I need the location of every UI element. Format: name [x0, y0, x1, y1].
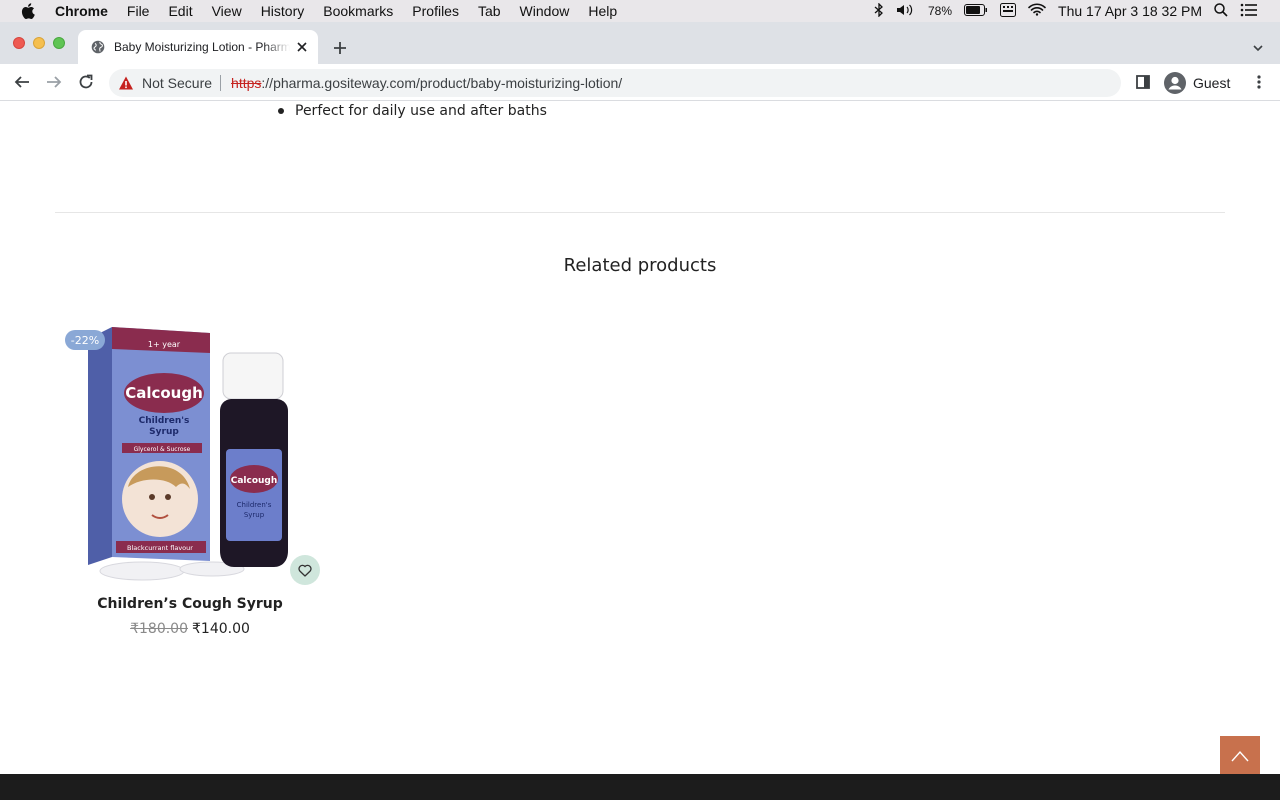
menu-edit[interactable]: Edit — [168, 3, 192, 19]
url-text: ://pharma.gositeway.com/product/baby-moi… — [261, 75, 623, 91]
forward-arrow-icon[interactable] — [45, 73, 63, 91]
section-divider — [55, 212, 1225, 213]
product-title-link[interactable]: Children’s Cough Syrup — [60, 596, 320, 612]
control-center-icon[interactable] — [1240, 3, 1258, 20]
tab-strip: Baby Moisturizing Lotion - Pharma — [0, 22, 1280, 64]
bluetooth-icon[interactable] — [874, 1, 884, 20]
box-line2-text: Syrup — [149, 427, 179, 437]
menu-profiles[interactable]: Profiles — [412, 3, 459, 19]
security-label[interactable]: Not Secure — [142, 75, 212, 91]
product-price: ₹180.00 ₹140.00 — [60, 621, 320, 637]
close-icon[interactable] — [296, 41, 308, 53]
menu-bookmarks[interactable]: Bookmarks — [323, 3, 393, 19]
menubar-status-area: 78% Thu 17 Apr 3 18 32 PM — [874, 0, 1258, 22]
heart-icon[interactable] — [290, 555, 320, 585]
profile-label: Guest — [1193, 75, 1231, 91]
globe-icon — [91, 40, 105, 54]
window-zoom-button[interactable] — [53, 37, 65, 49]
bottle-brand-text: Calcough — [231, 476, 278, 486]
side-panel-icon[interactable] — [1134, 73, 1152, 91]
tab-title: Baby Moisturizing Lotion - Pharma — [114, 40, 290, 54]
url-scheme: https — [231, 75, 262, 91]
person-icon — [1164, 72, 1186, 94]
menu-help[interactable]: Help — [588, 3, 617, 19]
kebab-menu-icon[interactable] — [1250, 73, 1268, 91]
back-to-top-button[interactable] — [1220, 736, 1260, 776]
battery-icon[interactable] — [964, 3, 988, 19]
window-minimize-button[interactable] — [33, 37, 45, 49]
box-sub-text: Glycerol & Sucrose — [134, 446, 191, 453]
apple-icon[interactable] — [19, 0, 37, 22]
back-arrow-icon[interactable] — [13, 73, 31, 91]
discount-badge: -22% — [65, 330, 105, 350]
spotlight-icon[interactable] — [1214, 2, 1228, 20]
bottle-line1-text: Children's — [237, 501, 272, 509]
menu-view[interactable]: View — [212, 3, 242, 19]
browser-toolbar: Not Secure https ://pharma.gositeway.com… — [0, 64, 1280, 101]
wifi-icon[interactable] — [1028, 3, 1046, 19]
warning-icon[interactable] — [118, 75, 134, 91]
chevron-down-icon[interactable] — [1252, 42, 1264, 54]
original-price: ₹180.00 — [130, 621, 188, 637]
box-brand-text: Calcough — [125, 384, 203, 402]
omnibox-separator — [220, 75, 222, 91]
keyboard-icon[interactable] — [1000, 2, 1017, 20]
battery-percent: 78% — [927, 4, 953, 18]
menu-file[interactable]: File — [127, 3, 150, 19]
menu-window[interactable]: Window — [520, 3, 570, 19]
web-page: Perfect for daily use and after baths Re… — [0, 101, 1280, 800]
active-tab[interactable]: Baby Moisturizing Lotion - Pharma — [78, 30, 318, 64]
clock-text[interactable]: Thu 17 Apr 3 18 32 PM — [1058, 3, 1202, 19]
address-bar[interactable]: Not Secure https ://pharma.gositeway.com… — [109, 69, 1121, 97]
menu-app-name[interactable]: Chrome — [55, 3, 108, 19]
product-image[interactable]: 1+ year Calcough Children's Syrup Glycer… — [60, 319, 320, 589]
profile-button[interactable]: Guest — [1162, 69, 1240, 97]
list-item: Perfect for daily use and after baths — [277, 101, 547, 121]
volume-icon[interactable] — [896, 3, 916, 20]
reload-icon[interactable] — [77, 73, 95, 91]
menu-tab[interactable]: Tab — [478, 3, 501, 19]
product-description-list: Perfect for daily use and after baths — [277, 101, 547, 121]
menu-history[interactable]: History — [261, 3, 305, 19]
box-age-text: 1+ year — [148, 340, 181, 349]
bottle-line2-text: Syrup — [244, 511, 265, 519]
sale-price: ₹140.00 — [192, 621, 250, 637]
window-close-button[interactable] — [13, 37, 25, 49]
related-products-heading: Related products — [563, 255, 717, 276]
site-footer — [0, 774, 1280, 800]
box-line1-text: Children's — [139, 416, 190, 426]
new-tab-button[interactable] — [331, 39, 349, 57]
macos-menubar: Chrome File Edit View History Bookmarks … — [0, 0, 1280, 22]
box-flavour-text: Blackcurrant flavour — [127, 544, 193, 552]
